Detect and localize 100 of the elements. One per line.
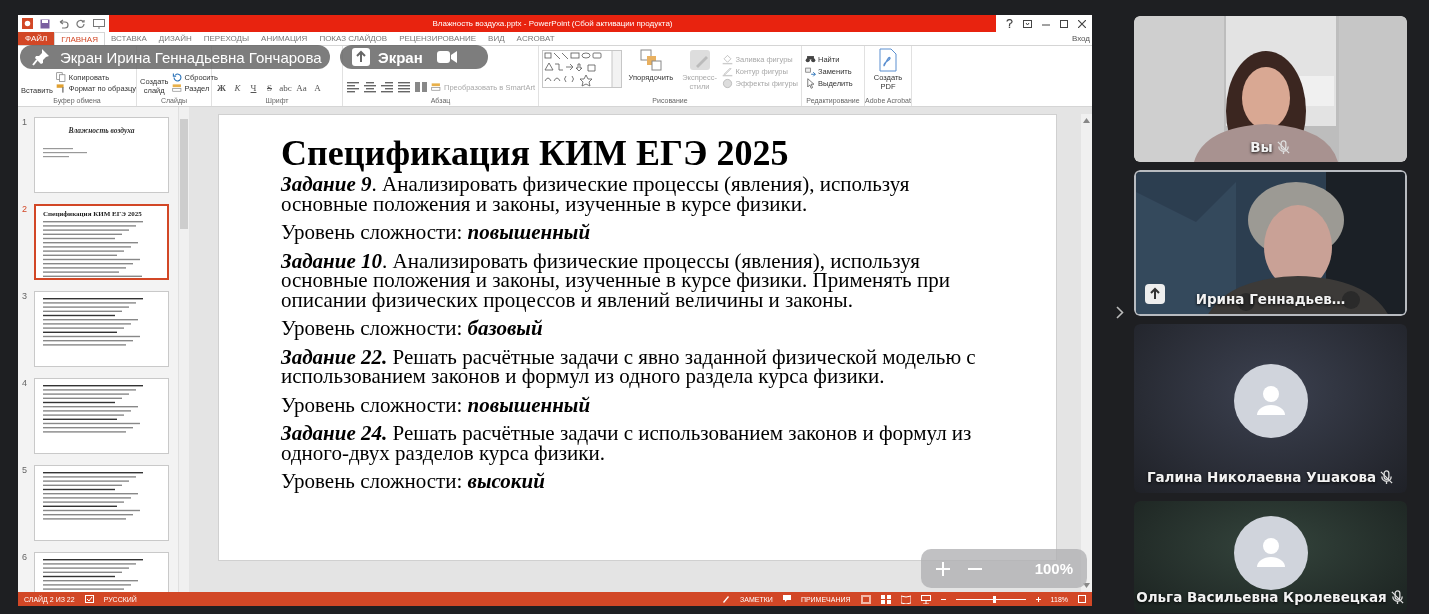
window-title: Влажность воздуха.pptx - PowerPoint (Сбой активации продукта)	[432, 19, 673, 28]
font-format-button[interactable]: A	[311, 82, 324, 94]
slide-title: Спецификация КИМ ЕГЭ 2025	[281, 133, 790, 173]
participant-tile[interactable]: Ольга Васильевна Кролевецкая	[1134, 501, 1407, 613]
help-icon[interactable]	[1006, 19, 1013, 28]
text-lines-drawing	[43, 148, 87, 158]
ribbon-tab[interactable]: ВИД	[482, 32, 511, 45]
columns-icon	[414, 80, 428, 94]
align-left-icon	[346, 80, 360, 94]
maximize-icon[interactable]	[1060, 19, 1068, 28]
section-icon	[171, 83, 183, 94]
replace-icon	[805, 65, 816, 77]
ribbon-tab[interactable]: РЕЦЕНЗИРОВАНИЕ	[393, 32, 483, 45]
slider-thumb[interactable]	[993, 595, 997, 603]
avatar-icon	[1233, 516, 1308, 590]
shape-fill-icon	[722, 53, 734, 65]
align-center-button[interactable]	[363, 80, 377, 94]
ribbon-tab[interactable]: ПОКАЗ СЛАЙДОВ	[313, 32, 394, 45]
align-center-icon	[363, 80, 377, 94]
slide-thumbnail[interactable]	[34, 465, 169, 541]
save-icon[interactable]	[40, 18, 50, 29]
camera-icon[interactable]	[436, 50, 457, 64]
reading-view-icon[interactable]	[900, 594, 911, 604]
ribbon-tab[interactable]: ФАЙЛ	[18, 32, 55, 45]
spellcheck-icon[interactable]	[84, 595, 94, 603]
slide-number: 2	[22, 204, 28, 214]
redo-icon[interactable]	[76, 18, 86, 29]
difficulty-level: Уровень сложности: базовый	[281, 319, 544, 339]
format-painter-icon	[55, 83, 67, 94]
reset-icon	[171, 72, 183, 83]
slide-number: 6	[22, 552, 28, 562]
ribbon-tab[interactable]: ГЛАВНАЯ	[54, 32, 105, 45]
select-icon	[805, 77, 816, 89]
close-icon[interactable]	[1078, 19, 1086, 28]
avatar-icon	[1233, 364, 1308, 438]
ribbon-tab[interactable]: ACROBAT	[510, 32, 561, 45]
sign-in-link[interactable]: Вход	[1071, 32, 1092, 45]
ribbon-options-icon[interactable]	[1023, 19, 1032, 28]
shapes-gallery[interactable]	[542, 50, 622, 88]
participant-name: Галина Николаевна Ушакова	[1146, 469, 1377, 485]
zoom-percentage: 100%	[1034, 560, 1073, 577]
align-right-button[interactable]	[380, 80, 394, 94]
slide-number: 1	[22, 117, 28, 127]
align-right-icon	[380, 80, 394, 94]
font-format-button[interactable]: Ж	[215, 82, 228, 94]
app-logo-icon[interactable]	[22, 18, 33, 29]
presenter-label: Экран Ирина Геннадьевна Гончарова	[60, 48, 322, 66]
shape-outline-icon	[722, 65, 734, 77]
quick-styles-icon	[687, 48, 712, 72]
ribbon-tab[interactable]: ДИЗАЙН	[152, 32, 198, 45]
share-screen-icon	[352, 48, 370, 66]
participant-name: Ольга Васильевна Кролевецкая	[1136, 589, 1387, 605]
difficulty-level: Уровень сложности: повышенный	[281, 223, 592, 243]
align-left-button[interactable]	[346, 80, 360, 94]
share-screen-button[interactable]: Экран	[352, 48, 423, 66]
fit-slide-icon[interactable]	[1078, 595, 1086, 603]
slide-number: 3	[22, 291, 28, 301]
participant-name: Ирина Геннадьев…	[1195, 291, 1346, 307]
undo-icon[interactable]	[57, 18, 69, 29]
columns-button[interactable]	[414, 80, 428, 94]
slide-thumbnail[interactable]	[34, 378, 169, 454]
font-format-button[interactable]: К	[231, 82, 244, 94]
find-icon	[805, 53, 816, 65]
align-justify-icon	[397, 80, 411, 94]
task-description: Задание 22. Решать расчётные задачи с явно заданной физической моделью с использованием законов и формул из одного раздела курса физики.	[281, 347, 977, 387]
shape-effects-icon	[722, 77, 734, 89]
ribbon-tab[interactable]: ПЕРЕХОДЫ	[197, 32, 256, 45]
normal-view-icon[interactable]	[860, 594, 871, 604]
font-format-button[interactable]: S	[263, 82, 276, 94]
comment-icon	[782, 595, 791, 603]
task-description: Задание 24. Решать расчётные задачи с использованием законов и формул из одного-двух разделов курса физики.	[281, 424, 973, 463]
participant-name: Вы	[1250, 139, 1273, 155]
difficulty-level: Уровень сложности: высокий	[281, 472, 546, 492]
ribbon-tab[interactable]: ВСТАВКА	[104, 32, 153, 45]
font-format-button[interactable]: abc	[279, 82, 292, 94]
arrange-icon	[638, 48, 663, 72]
align-justify-button[interactable]	[397, 80, 411, 94]
difficulty-level: Уровень сложности: повышенный	[281, 395, 592, 415]
font-format-button[interactable]: Ч	[247, 82, 260, 94]
copy-icon	[55, 72, 67, 83]
scroll-up-icon[interactable]	[1083, 118, 1090, 123]
participant-tile[interactable]: Ирина Геннадьев…	[1134, 170, 1407, 316]
slideshow-icon[interactable]	[93, 18, 105, 29]
participant-tile[interactable]: Галина Николаевна Ушакова	[1134, 324, 1407, 493]
ribbon-tab[interactable]: АНИМАЦИЯ	[255, 32, 314, 45]
slideshow-view-icon[interactable]	[920, 594, 931, 604]
slide-number: 4	[22, 378, 28, 388]
smartart-icon	[431, 81, 442, 93]
task-description: Задание 9. Анализировать физические процессы (явления), используя основные положения и законы, изученные в курсе физики.	[281, 175, 911, 214]
task-description: Задание 10. Анализировать физические процессы (явления), используя основные положения и законы, изученные в курсе физики. Применять при описании физических процессов и явлений величины и законы.	[281, 251, 951, 310]
font-format-button[interactable]: Aa	[295, 82, 308, 94]
zoom-out-icon[interactable]	[940, 596, 946, 602]
chevron-right-icon[interactable]	[1116, 305, 1124, 319]
scrollbar[interactable]	[178, 107, 189, 592]
scrollbar[interactable]	[1081, 114, 1092, 592]
slide-number: 5	[22, 465, 28, 475]
pin-icon[interactable]	[32, 48, 50, 66]
zoom-in-icon[interactable]	[1035, 596, 1041, 602]
slide-thumbnail[interactable]	[34, 291, 169, 367]
slide-sorter-icon[interactable]	[880, 594, 891, 604]
